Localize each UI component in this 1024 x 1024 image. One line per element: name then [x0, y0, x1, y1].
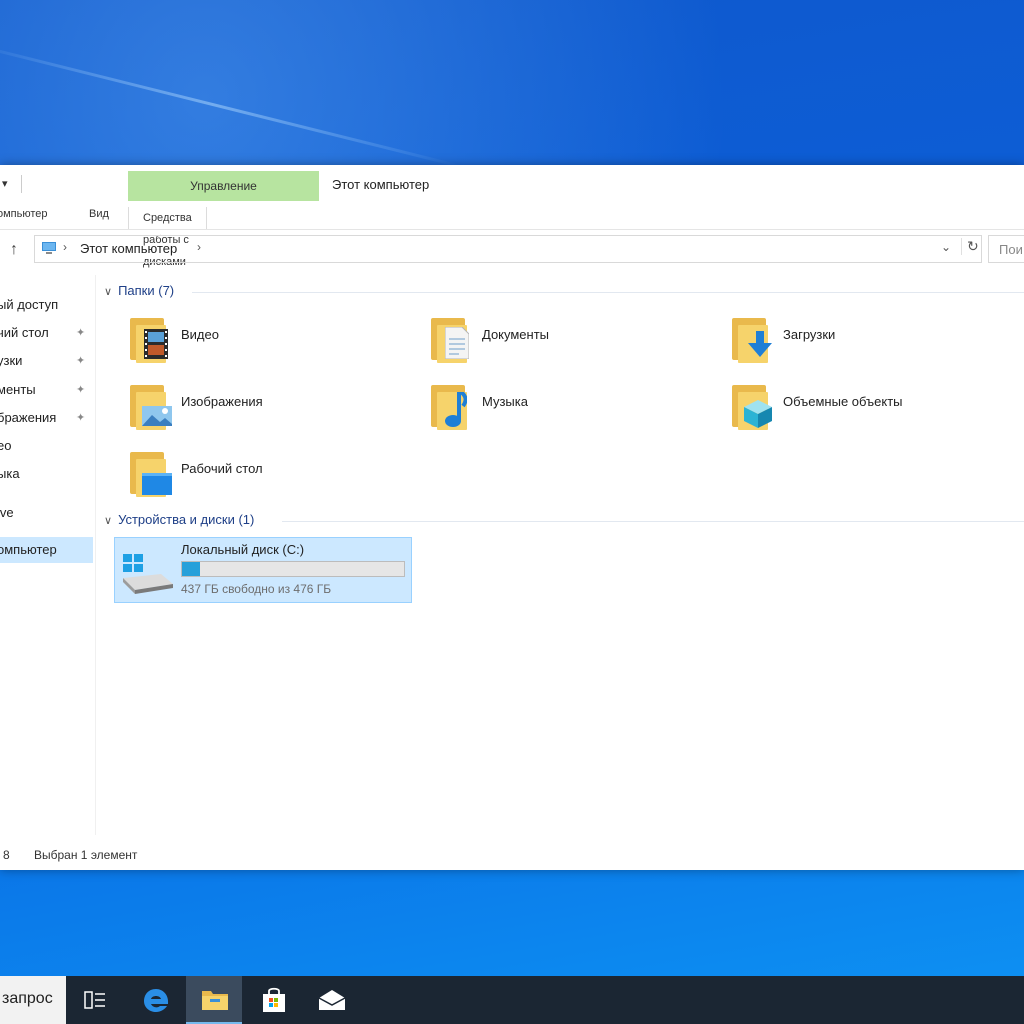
up-arrow-icon[interactable]: ↑: [10, 241, 18, 259]
item-count: 8: [3, 848, 10, 862]
breadcrumb-chevron[interactable]: ›: [197, 240, 201, 254]
taskbar-search-text: запрос: [2, 990, 53, 1007]
nav-item-quick-access[interactable]: ый доступ: [0, 292, 93, 318]
group-divider: [192, 292, 1024, 293]
group-divider: [282, 521, 1024, 522]
refresh-icon[interactable]: ↻: [961, 238, 979, 255]
context-tab-header: Управление: [128, 171, 319, 201]
folder-name: Загрузки: [783, 327, 836, 342]
folder-downloads[interactable]: Загрузки: [706, 315, 996, 373]
folder-name: Рабочий стол: [181, 461, 263, 476]
breadcrumb-this-pc[interactable]: Этот компьютер: [80, 241, 177, 256]
nav-item-pictures[interactable]: бражения ✦: [0, 405, 93, 431]
file-explorer-window: ▾ Управление Этот компьютер омпьютер Вид…: [0, 165, 1024, 870]
devices-group-title: Устройства и диски (1): [118, 512, 255, 527]
pin-icon: ✦: [76, 384, 86, 396]
folders-group-header[interactable]: ∨ Папки (7): [104, 283, 174, 298]
folder-documents[interactable]: Документы: [405, 315, 695, 373]
toolbar-divider: [21, 175, 22, 193]
music-folder-icon: [427, 382, 473, 432]
window-title: Этот компьютер: [332, 177, 430, 192]
taskbar: запрос: [0, 976, 1024, 1024]
tab-view[interactable]: Вид: [89, 208, 109, 220]
nav-item-label: ео: [0, 438, 12, 453]
folder-name: Изображения: [181, 394, 263, 409]
folder-desktop[interactable]: Рабочий стол: [104, 449, 394, 507]
drive-local-c[interactable]: Локальный диск (C:) 437 ГБ свободно из 4…: [114, 537, 412, 603]
drive-usage-bar: [181, 561, 405, 577]
3d-objects-folder-icon: [728, 382, 774, 432]
folder-name: Музыка: [482, 394, 528, 409]
file-explorer-button[interactable]: [186, 976, 242, 1024]
task-view-icon: [84, 991, 105, 1009]
pin-icon: ✦: [76, 355, 86, 367]
selection-status: Выбран 1 элемент: [34, 848, 138, 862]
nav-item-label: омпьютер: [0, 542, 57, 557]
edge-icon: [144, 989, 169, 1012]
chevron-down-icon[interactable]: ∨: [104, 515, 112, 527]
edge-button[interactable]: [128, 976, 184, 1024]
documents-folder-icon: [427, 315, 473, 365]
drive-usage-fill: [182, 562, 201, 576]
folder-pictures[interactable]: Изображения: [104, 382, 394, 440]
breadcrumb-chevron[interactable]: ›: [63, 240, 67, 254]
folder-name: Видео: [181, 327, 219, 342]
drive-free-space: 437 ГБ свободно из 476 ГБ: [181, 582, 332, 596]
nav-item-onedrive[interactable]: ive: [0, 500, 93, 526]
address-bar[interactable]: › Этот компьютер › ⌄ ↻: [34, 235, 982, 263]
wallpaper-light-beam: [0, 40, 465, 169]
tab-computer[interactable]: омпьютер: [0, 208, 48, 220]
status-bar: 8 Выбран 1 элемент: [0, 845, 1024, 869]
search-placeholder: Пои: [999, 242, 1023, 257]
nav-item-desktop[interactable]: чий стол ✦: [0, 320, 93, 346]
search-input[interactable]: Пои: [988, 235, 1024, 263]
folder-music[interactable]: Музыка: [405, 382, 695, 440]
downloads-folder-icon: [728, 315, 774, 365]
pin-icon: ✦: [76, 412, 86, 424]
nav-item-label: менты: [0, 382, 36, 397]
nav-item-label: бражения: [0, 410, 57, 425]
video-folder-icon: [126, 315, 172, 365]
task-view-button[interactable]: [68, 976, 124, 1024]
folder-video[interactable]: Видео: [104, 315, 394, 373]
taskbar-search-box[interactable]: запрос: [0, 976, 66, 1024]
nav-item-label: чий стол: [0, 325, 49, 340]
quick-access-dropdown[interactable]: ▾: [2, 177, 8, 190]
computer-icon: [42, 242, 56, 254]
chevron-down-icon[interactable]: ∨: [104, 286, 112, 298]
mail-button[interactable]: [304, 976, 360, 1024]
pin-icon: ✦: [76, 327, 86, 339]
nav-item-documents[interactable]: менты ✦: [0, 377, 93, 403]
nav-item-music[interactable]: ыка: [0, 461, 93, 487]
store-icon: [263, 987, 285, 1012]
folders-group-title: Папки (7): [118, 283, 175, 298]
drive-name: Локальный диск (C:): [181, 542, 305, 557]
desktop-folder-icon: [126, 449, 172, 499]
nav-item-label: ыка: [0, 466, 20, 481]
nav-item-label: ive: [0, 505, 14, 520]
folder-name: Документы: [482, 327, 550, 342]
navigation-pane: ый доступ чий стол ✦ узки ✦ менты ✦ бражени…: [0, 275, 96, 835]
nav-item-label: ый доступ: [0, 297, 59, 312]
tab-disk-tools[interactable]: Средства работы с дисками: [128, 207, 207, 268]
nav-item-downloads[interactable]: узки ✦: [0, 348, 93, 374]
hard-drive-icon: [123, 554, 173, 594]
nav-item-label: узки: [0, 353, 23, 368]
store-button[interactable]: [246, 976, 302, 1024]
address-row: ↑ › Этот компьютер › ⌄ ↻ Пои: [0, 233, 1024, 267]
folder-3d-objects[interactable]: Объемные объекты: [706, 382, 996, 440]
nav-item-this-pc[interactable]: омпьютер: [0, 537, 93, 563]
pictures-folder-icon: [126, 382, 172, 432]
devices-group-header[interactable]: ∨ Устройства и диски (1): [104, 512, 254, 527]
chevron-down-icon[interactable]: ⌄: [941, 240, 951, 254]
nav-item-video[interactable]: ео: [0, 433, 93, 459]
folder-name: Объемные объекты: [783, 394, 903, 409]
mail-icon: [318, 990, 346, 1010]
file-explorer-icon: [202, 991, 228, 1010]
ribbon: ▾ Управление Этот компьютер омпьютер Вид…: [0, 165, 1024, 268]
